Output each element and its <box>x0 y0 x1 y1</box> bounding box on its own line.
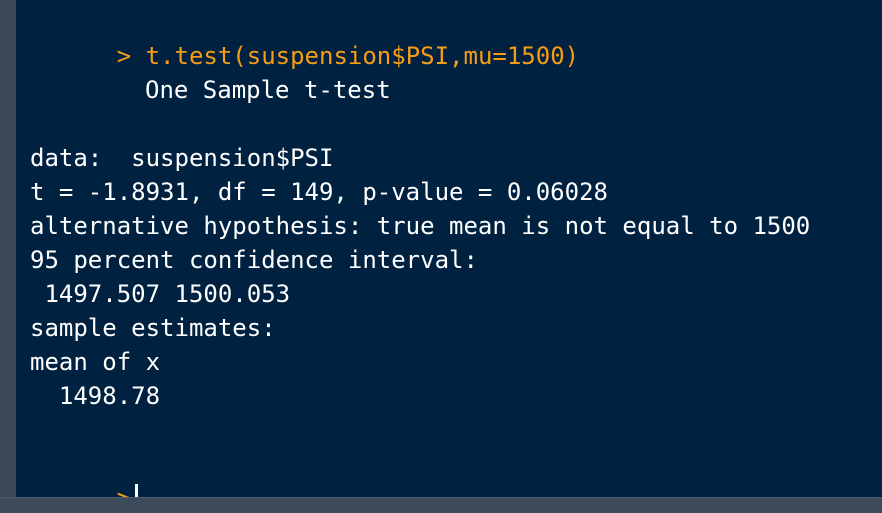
test-heading: One Sample t-test <box>145 76 391 104</box>
input-line[interactable]: > <box>30 447 139 497</box>
prompt-symbol: > <box>116 42 132 70</box>
rstudio-window: --- ---- ----- ----- --- ---- ---- > t.t… <box>0 0 882 513</box>
command-text: t.test(suspension$PSI,mu=1500) <box>145 42 580 70</box>
estimates-header: mean of x <box>30 348 161 376</box>
alternative-hypothesis-line: alternative hypothesis: true mean is not… <box>30 212 811 240</box>
command-line: > t.test(suspension$PSI,mu=1500) <box>30 5 579 70</box>
pane-bottom-border <box>0 497 882 513</box>
stats-line: t = -1.8931, df = 149, p-value = 0.06028 <box>30 178 608 206</box>
estimates-value: 1498.78 <box>30 382 161 410</box>
confidence-interval-values: 1497.507 1500.053 <box>30 280 291 308</box>
text-cursor <box>135 484 139 497</box>
confidence-interval-label: 95 percent confidence interval: <box>30 246 478 274</box>
r-console[interactable]: --- ---- ----- ----- --- ---- ---- > t.t… <box>16 0 882 497</box>
data-line: data: suspension$PSI <box>30 144 334 172</box>
previous-output-fragment: --- ---- ----- ----- --- ---- ---- <box>30 0 650 2</box>
sample-estimates-label: sample estimates: <box>30 314 276 342</box>
next-prompt-symbol: > <box>117 484 131 497</box>
